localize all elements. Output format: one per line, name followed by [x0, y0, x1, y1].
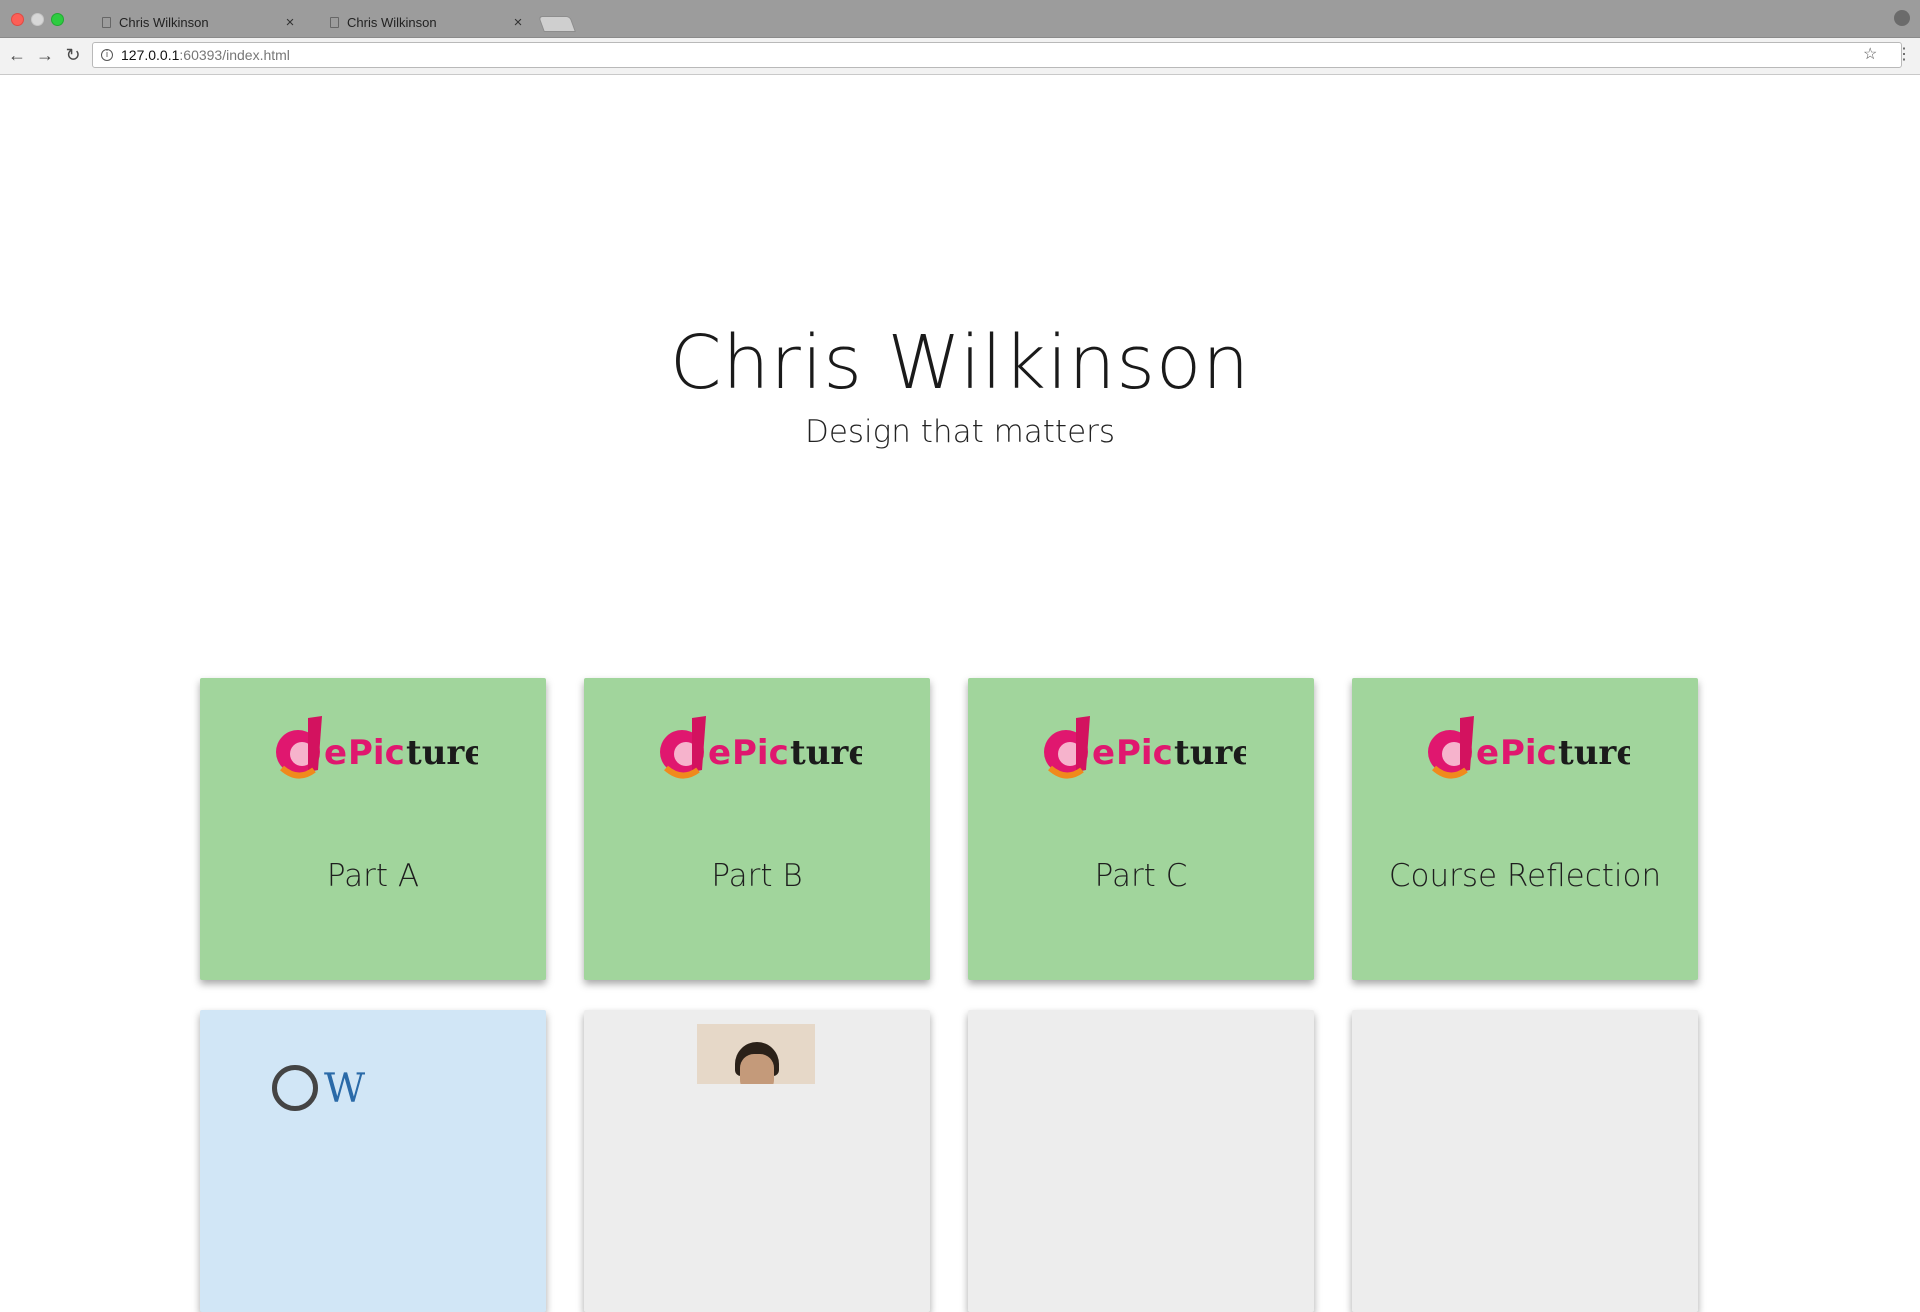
- menu-dots-icon[interactable]: ⋮: [1896, 44, 1912, 64]
- card-label: Part B: [711, 858, 803, 894]
- new-tab-button[interactable]: [538, 16, 576, 32]
- bookmark-star-icon[interactable]: ☆: [1863, 44, 1877, 64]
- project-card[interactable]: [968, 1010, 1314, 1312]
- tab-close-icon[interactable]: ×: [282, 14, 298, 31]
- browser-tab-active[interactable]: Chris Wilkinson ×: [78, 8, 310, 37]
- depicture-logo: e Pic ture: [276, 716, 478, 779]
- minimize-window-button[interactable]: [31, 13, 44, 26]
- svg-text:e: e: [1092, 733, 1115, 773]
- tab-title: Chris Wilkinson: [347, 15, 437, 30]
- close-window-button[interactable]: [11, 13, 24, 26]
- svg-text:e: e: [708, 733, 731, 773]
- info-icon[interactable]: i: [101, 49, 113, 61]
- page-icon: [330, 17, 339, 28]
- profile-icon[interactable]: [1894, 10, 1910, 26]
- page-subtitle: Design that matters: [804, 414, 1116, 450]
- reload-icon[interactable]: ↻: [62, 44, 84, 66]
- url-path: :60393/index.html: [179, 47, 290, 63]
- project-card-part-a[interactable]: e Pic ture Part A: [200, 678, 546, 980]
- depicture-logo: e Pic ture: [1428, 716, 1630, 779]
- address-bar[interactable]: i 127.0.0.1 :60393/index.html: [92, 42, 1902, 68]
- browser-tab[interactable]: Chris Wilkinson ×: [306, 8, 538, 37]
- project-card-portrait[interactable]: [584, 1010, 930, 1312]
- url-host: 127.0.0.1: [121, 47, 180, 63]
- svg-text:ture: ture: [790, 733, 862, 773]
- depicture-logo: e Pic ture: [660, 716, 862, 779]
- logo-text-e: e: [324, 733, 347, 773]
- page-title: Chris Wilkinson: [669, 320, 1251, 406]
- wordpress-logo-icon: [272, 1065, 318, 1111]
- logo-text-pic: Pic: [348, 733, 405, 773]
- svg-text:Pic: Pic: [1500, 733, 1557, 773]
- project-card-part-c[interactable]: e Pic ture Part C: [968, 678, 1314, 980]
- tab-title: Chris Wilkinson: [119, 15, 209, 30]
- project-card[interactable]: [1352, 1010, 1698, 1312]
- svg-text:Pic: Pic: [1116, 733, 1173, 773]
- svg-text:ture: ture: [1174, 733, 1246, 773]
- card-label: Part C: [1094, 858, 1188, 894]
- depicture-logo: e Pic ture: [1044, 716, 1246, 779]
- project-card-wordpress[interactable]: W: [200, 1010, 546, 1312]
- card-label: Course Reflection: [1388, 858, 1662, 894]
- svg-text:Pic: Pic: [732, 733, 789, 773]
- back-arrow-icon[interactable]: ←: [6, 44, 28, 66]
- svg-text:e: e: [1476, 733, 1499, 773]
- maximize-window-button[interactable]: [51, 13, 64, 26]
- portrait-image: [697, 1024, 815, 1084]
- project-card-course-reflection[interactable]: e Pic ture Course Reflection: [1352, 678, 1698, 980]
- wordpress-text: W: [324, 1066, 366, 1112]
- browser-toolbar: ← → ↻ i 127.0.0.1 :60393/index.html: [0, 38, 1920, 75]
- tab-close-icon[interactable]: ×: [510, 14, 526, 31]
- card-label: Part A: [326, 858, 420, 894]
- forward-arrow-icon[interactable]: →: [34, 44, 56, 66]
- page-icon: [102, 17, 111, 28]
- browser-tabstrip: Chris Wilkinson × Chris Wilkinson ×: [0, 0, 1920, 38]
- logo-text-ture: ture: [406, 733, 478, 773]
- svg-text:ture: ture: [1558, 733, 1630, 773]
- project-card-part-b[interactable]: e Pic ture Part B: [584, 678, 930, 980]
